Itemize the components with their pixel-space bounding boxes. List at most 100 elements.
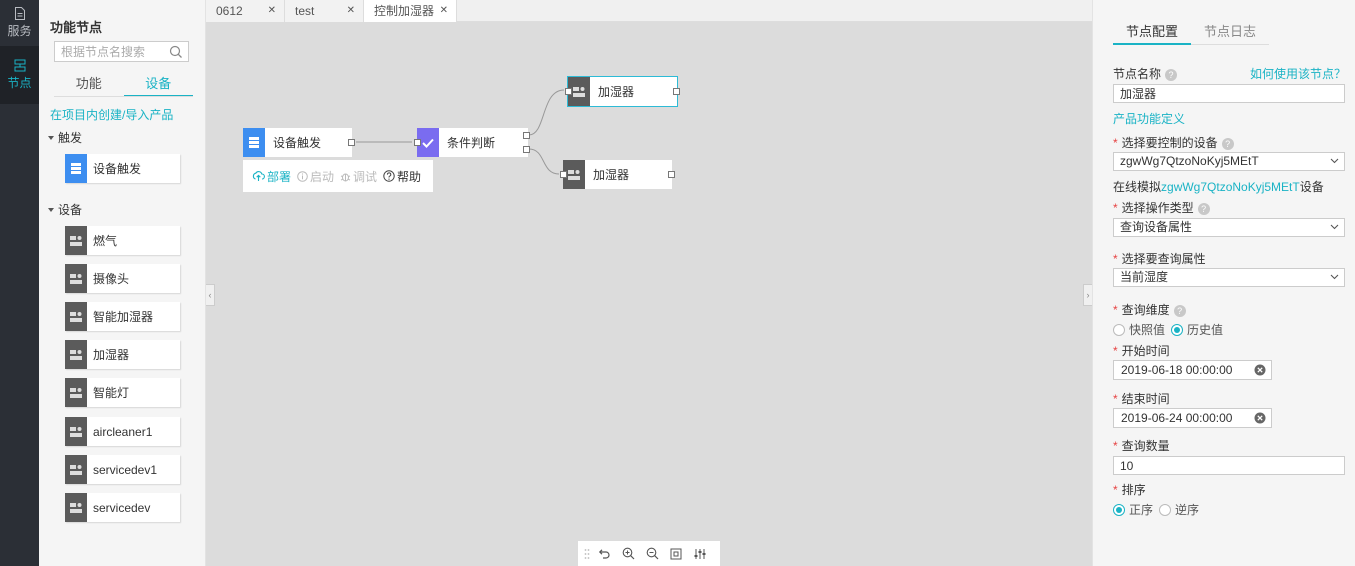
label-text: 查询数量 bbox=[1121, 439, 1170, 453]
how-to-use-link[interactable]: 如何使用该节点？ bbox=[1250, 65, 1346, 82]
device-select[interactable]: zgwWg7QtzoNoKyj5MEtT bbox=[1113, 152, 1345, 171]
input-port[interactable] bbox=[565, 88, 572, 95]
wire-condition-to-humidifier-bottom bbox=[528, 148, 560, 175]
online-simulation-note: 在线模拟zgwWg7QtzoNoKyj5MEtT设备 bbox=[1113, 178, 1324, 195]
editor-tab-test[interactable]: test ✕ bbox=[285, 0, 364, 22]
flow-node-humidifier-top[interactable]: 加湿器 bbox=[567, 76, 678, 107]
editor-tab-bar: 0612 ✕ test ✕ 控制加湿器 ✕ bbox=[206, 0, 1092, 22]
wire-condition-to-humidifier-top bbox=[528, 89, 565, 136]
output-port[interactable] bbox=[348, 139, 355, 146]
input-port[interactable] bbox=[560, 171, 567, 178]
zoom-out-button[interactable] bbox=[640, 544, 664, 564]
device-icon bbox=[65, 302, 87, 331]
help-button[interactable]: 帮助 bbox=[383, 168, 421, 185]
output-port[interactable] bbox=[668, 171, 675, 178]
drag-handle-icon[interactable] bbox=[582, 544, 592, 564]
palette-node-smart-light[interactable]: 智能灯 bbox=[65, 378, 180, 407]
close-icon[interactable]: ✕ bbox=[347, 0, 355, 22]
collapse-left-panel-handle[interactable]: ‹ bbox=[206, 284, 215, 306]
required-mark: * bbox=[1113, 439, 1118, 453]
device-icon bbox=[65, 340, 87, 369]
help-icon[interactable]: ? bbox=[1221, 138, 1234, 150]
undo-button[interactable] bbox=[592, 544, 616, 564]
start-time-picker[interactable]: 2019-06-18 00:00:00 bbox=[1113, 360, 1272, 380]
start-button[interactable]: 启动 bbox=[297, 168, 334, 185]
close-icon[interactable]: ✕ bbox=[268, 0, 276, 22]
palette-node-device-trigger[interactable]: 设备触发 bbox=[65, 154, 180, 183]
palette-search-input[interactable] bbox=[55, 42, 165, 61]
output-port[interactable] bbox=[523, 146, 530, 153]
radio-ascending[interactable]: 正序 bbox=[1113, 501, 1153, 518]
op-type-select[interactable]: 查询设备属性 bbox=[1113, 218, 1345, 237]
palette-node-humidifier[interactable]: 加湿器 bbox=[65, 340, 180, 369]
radio-descending[interactable]: 逆序 bbox=[1159, 501, 1199, 518]
search-icon[interactable] bbox=[169, 45, 183, 59]
rail-item-nodes[interactable]: 节点 bbox=[0, 46, 39, 104]
palette-node-smart-humidifier[interactable]: 智能加湿器 bbox=[65, 302, 180, 331]
simulated-device-link[interactable]: zgwWg7QtzoNoKyj5MEtT bbox=[1161, 180, 1300, 194]
flow-node-humidifier-bottom[interactable]: 加湿器 bbox=[563, 160, 672, 189]
rail-item-services[interactable]: 服务 bbox=[0, 0, 39, 46]
create-import-product-link[interactable]: 在项目内创建/导入产品 bbox=[50, 106, 173, 123]
settings-button[interactable] bbox=[688, 544, 712, 564]
output-port[interactable] bbox=[523, 132, 530, 139]
palette-node-camera[interactable]: 摄像头 bbox=[65, 264, 180, 293]
palette-search bbox=[54, 41, 189, 62]
flow-node-device-trigger[interactable]: 设备触发 bbox=[243, 128, 352, 157]
tab-device[interactable]: 设备 bbox=[123, 74, 193, 96]
fit-view-button[interactable] bbox=[664, 544, 688, 564]
tab-function[interactable]: 功能 bbox=[54, 74, 124, 96]
device-icon bbox=[65, 493, 87, 522]
help-icon[interactable]: ? bbox=[1165, 69, 1178, 81]
close-icon[interactable]: ✕ bbox=[440, 0, 448, 22]
radio-circle bbox=[1113, 503, 1125, 516]
debug-label: 调试 bbox=[353, 169, 378, 184]
end-time-picker[interactable]: 2019-06-24 00:00:00 bbox=[1113, 408, 1272, 428]
required-mark: * bbox=[1113, 303, 1118, 317]
palette-node-aircleaner1[interactable]: aircleaner1 bbox=[65, 417, 180, 446]
collapse-right-panel-handle[interactable]: › bbox=[1083, 284, 1092, 306]
palette-node-servicedev1[interactable]: servicedev1 bbox=[65, 455, 180, 484]
flow-node-condition[interactable]: 条件判断 bbox=[417, 128, 528, 157]
editor-tab-label: 0612 bbox=[216, 4, 243, 18]
palette-node-label: aircleaner1 bbox=[93, 424, 153, 439]
help-circle-icon bbox=[383, 170, 395, 182]
input-port[interactable] bbox=[414, 139, 421, 146]
flow-node-label: 加湿器 bbox=[598, 85, 635, 99]
palette-node-gas[interactable]: 燃气 bbox=[65, 226, 180, 255]
palette-node-label: 加湿器 bbox=[93, 348, 130, 362]
sliders-icon bbox=[694, 548, 706, 559]
device-icon bbox=[65, 264, 87, 293]
device-select-label: * 选择要控制的设备? bbox=[1113, 134, 1234, 151]
palette-node-servicedev[interactable]: servicedev bbox=[65, 493, 180, 522]
tab-node-log[interactable]: 节点日志 bbox=[1191, 22, 1270, 45]
clear-icon[interactable] bbox=[1254, 364, 1266, 376]
editor-tab-control-humidifier[interactable]: 控制加湿器 ✕ bbox=[364, 0, 457, 22]
zoom-in-button[interactable] bbox=[616, 544, 640, 564]
label-text: 开始时间 bbox=[1121, 344, 1170, 358]
radio-circle bbox=[1171, 323, 1184, 336]
query-count-input[interactable] bbox=[1113, 456, 1345, 475]
label-text: 查询维度 bbox=[1121, 303, 1170, 317]
group-device[interactable]: 设备 bbox=[48, 201, 82, 218]
radio-label: 逆序 bbox=[1175, 503, 1200, 517]
trigger-icon bbox=[65, 154, 87, 183]
group-trigger[interactable]: 触发 bbox=[48, 129, 82, 146]
product-function-definition-link[interactable]: 产品功能定义 bbox=[1113, 110, 1185, 127]
help-icon[interactable]: ? bbox=[1173, 305, 1186, 317]
deploy-button[interactable]: 部署 bbox=[252, 168, 291, 185]
debug-button[interactable]: 调试 bbox=[340, 168, 377, 185]
output-port[interactable] bbox=[673, 88, 680, 95]
editor-tab-0612[interactable]: 0612 ✕ bbox=[206, 0, 285, 22]
radio-snapshot[interactable]: 快照值 bbox=[1113, 321, 1165, 338]
required-mark: * bbox=[1113, 392, 1118, 406]
radio-history[interactable]: 历史值 bbox=[1171, 321, 1223, 338]
query-property-select[interactable]: 当前湿度 bbox=[1113, 268, 1345, 287]
tab-node-config[interactable]: 节点配置 bbox=[1113, 22, 1192, 45]
node-name-input[interactable] bbox=[1113, 84, 1345, 103]
help-icon[interactable]: ? bbox=[1197, 203, 1210, 215]
flow-canvas[interactable]: 设备触发 条件判断 加湿器 加湿器 部署 启动 调试 帮助 ‹ › bbox=[206, 22, 1092, 566]
document-icon bbox=[14, 7, 25, 20]
clear-icon[interactable] bbox=[1254, 412, 1266, 424]
node-action-toolbar: 部署 启动 调试 帮助 bbox=[243, 160, 433, 192]
